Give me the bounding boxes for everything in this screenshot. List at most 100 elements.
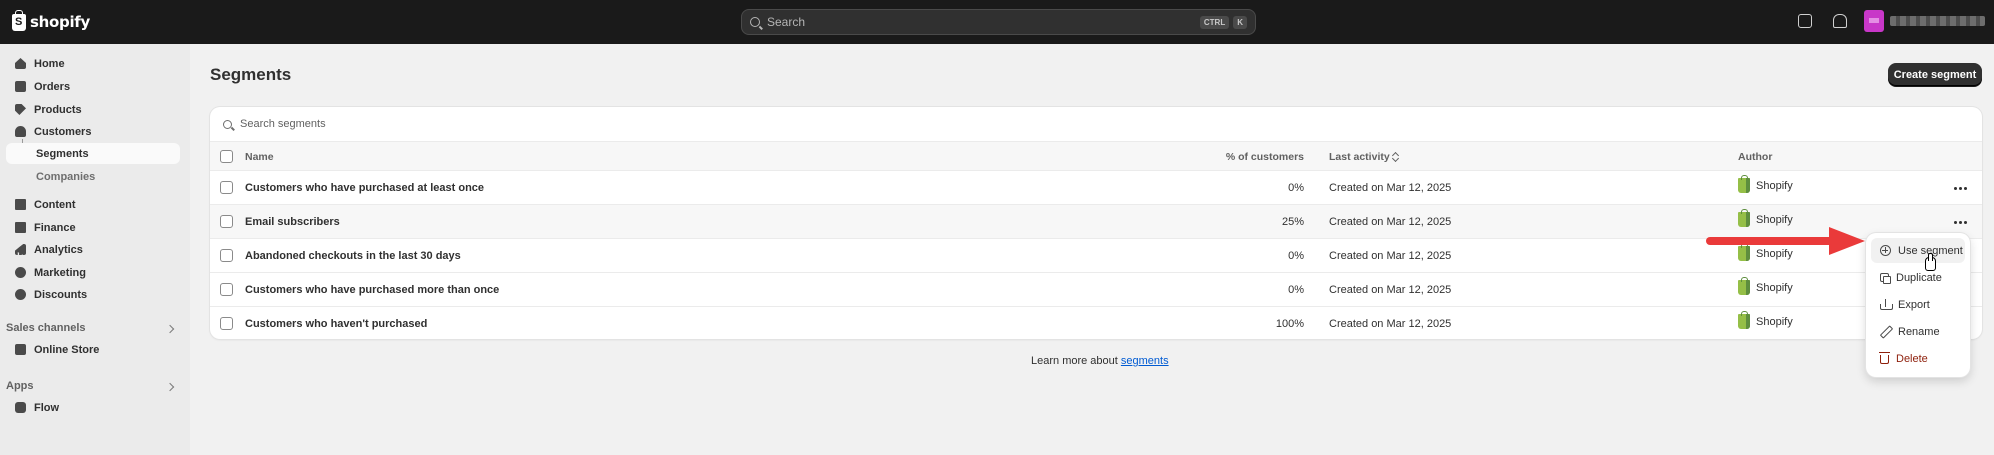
sidebar-item-flow[interactable]: Flow <box>6 397 180 418</box>
page-title: Segments <box>210 65 292 84</box>
segment-activity: Created on Mar 12, 2025 <box>1329 182 1452 194</box>
row-checkbox[interactable] <box>220 249 233 262</box>
menu-item-rename[interactable]: Rename <box>1871 319 1965 344</box>
sidebar-item-finance[interactable]: Finance <box>6 217 180 238</box>
bell-icon[interactable] <box>1833 14 1847 28</box>
menu-item-use-segment[interactable]: Use segment <box>1871 238 1965 263</box>
global-search-input[interactable]: Search CTRL K <box>741 9 1256 35</box>
chevron-right-icon[interactable] <box>165 324 175 334</box>
segment-name[interactable]: Email subscribers <box>245 216 340 228</box>
segment-author: Shopify <box>1738 277 1793 295</box>
sidebar-item-label: Flow <box>34 401 60 414</box>
dot-icon <box>1959 220 1962 224</box>
analytics-icon <box>15 244 26 255</box>
table-row[interactable]: Customers who have purchased at least on… <box>210 171 1982 205</box>
segment-name[interactable]: Customers who haven't purchased <box>245 318 427 330</box>
column-header-author: Author <box>1738 151 1773 163</box>
sales-channels-heading[interactable]: Sales channels <box>6 322 86 334</box>
dot-icon <box>1954 220 1957 224</box>
sidebar-item-label: Online Store <box>34 343 100 356</box>
trash-icon <box>1879 352 1890 364</box>
target-icon <box>15 267 26 278</box>
learn-more-prefix: Learn more about <box>1031 355 1121 367</box>
shopify-bag-icon <box>1738 243 1750 261</box>
segment-percent: 100% <box>1275 318 1304 330</box>
sidebar-item-orders[interactable]: Orders <box>6 76 180 97</box>
top-bar: shopify Search CTRL K <box>0 0 1994 44</box>
sidebar-item-customers[interactable]: Customers <box>6 121 180 142</box>
content-icon <box>15 199 26 210</box>
annotation-arrow-head <box>1829 227 1865 255</box>
brand-name: shopify <box>30 13 90 31</box>
row-checkbox[interactable] <box>220 317 233 330</box>
shopify-logo[interactable]: shopify <box>12 9 90 34</box>
person-icon <box>15 126 26 137</box>
sidebar-item-products[interactable]: Products <box>6 99 180 120</box>
apps-heading[interactable]: Apps <box>6 380 34 392</box>
sidebar-item-online-store[interactable]: Online Store <box>6 339 180 360</box>
sidebar-item-home[interactable]: Home <box>6 53 180 74</box>
row-checkbox[interactable] <box>220 215 233 228</box>
table-row[interactable]: Customers who haven't purchased 100% Cre… <box>210 307 1982 339</box>
annotation-arrow-shaft <box>1706 237 1836 245</box>
menu-item-label: Rename <box>1898 325 1940 338</box>
learn-more-text: Learn more about segments <box>1031 355 1169 367</box>
shopify-bag-icon <box>1738 277 1750 295</box>
column-header-last-activity[interactable]: Last activity <box>1329 151 1399 163</box>
menu-item-duplicate[interactable]: Duplicate <box>1871 265 1965 290</box>
select-all-checkbox[interactable] <box>220 150 233 163</box>
row-checkbox[interactable] <box>220 283 233 296</box>
sidebar-item-label: Finance <box>34 221 76 234</box>
search-icon <box>750 17 760 27</box>
sidebar: Home Orders Products Customers Segments … <box>0 44 190 455</box>
store-icon <box>15 344 26 355</box>
store-name-redacted[interactable] <box>1890 16 1985 26</box>
author-name: Shopify <box>1756 247 1793 260</box>
sidebar-item-content[interactable]: Content <box>6 194 180 215</box>
sidebar-item-segments[interactable]: Segments <box>6 143 180 164</box>
sidebar-item-discounts[interactable]: Discounts <box>6 284 180 305</box>
segment-author: Shopify <box>1738 243 1793 261</box>
segment-activity: Created on Mar 12, 2025 <box>1329 250 1452 262</box>
segment-activity: Created on Mar 12, 2025 <box>1329 318 1452 330</box>
home-icon <box>15 58 26 69</box>
menu-item-export[interactable]: Export <box>1871 292 1965 317</box>
chevron-right-icon[interactable] <box>165 382 175 392</box>
sidebar-item-analytics[interactable]: Analytics <box>6 239 180 260</box>
segment-name[interactable]: Abandoned checkouts in the last 30 days <box>245 250 461 262</box>
sidebar-item-label: Products <box>34 103 82 116</box>
avatar[interactable] <box>1864 10 1884 32</box>
sidebar-item-companies[interactable]: Companies <box>6 166 180 187</box>
hand-cursor-icon <box>1925 253 1936 271</box>
more-actions-button[interactable] <box>1954 216 1968 228</box>
segment-percent: 0% <box>1288 250 1304 262</box>
orders-icon <box>15 81 26 92</box>
segments-help-link[interactable]: segments <box>1121 355 1169 367</box>
table-row[interactable]: Email subscribers 25% Created on Mar 12,… <box>210 205 1982 239</box>
author-name: Shopify <box>1756 213 1793 226</box>
create-segment-button[interactable]: Create segment <box>1888 63 1982 86</box>
menu-item-label: Export <box>1898 298 1930 311</box>
sidebar-item-label: Companies <box>36 170 96 183</box>
column-header-percent: % of customers <box>1225 151 1304 163</box>
segment-author: Shopify <box>1738 175 1793 193</box>
table-header: Name % of customers Last activity Author <box>210 142 1982 171</box>
sidebar-item-label: Discounts <box>34 288 88 301</box>
store-icon[interactable] <box>1798 14 1812 28</box>
dot-icon <box>1954 186 1957 190</box>
segment-author: Shopify <box>1738 209 1793 227</box>
segments-search-input[interactable]: Search segments <box>210 107 1982 142</box>
pencil-icon <box>1880 326 1891 337</box>
dot-icon <box>1959 186 1962 190</box>
segment-name[interactable]: Customers who have purchased at least on… <box>245 182 484 194</box>
sidebar-item-marketing[interactable]: Marketing <box>6 262 180 283</box>
row-checkbox[interactable] <box>220 181 233 194</box>
menu-item-delete[interactable]: Delete <box>1871 346 1965 371</box>
more-actions-button[interactable] <box>1954 182 1968 194</box>
sidebar-item-label: Segments <box>36 147 89 160</box>
sort-icon <box>1393 152 1399 161</box>
segment-name[interactable]: Customers who have purchased more than o… <box>245 284 499 296</box>
shortcut-key-ctrl: CTRL <box>1199 15 1230 29</box>
shopify-bag-icon <box>1738 175 1750 193</box>
table-row[interactable]: Customers who have purchased more than o… <box>210 273 1982 307</box>
